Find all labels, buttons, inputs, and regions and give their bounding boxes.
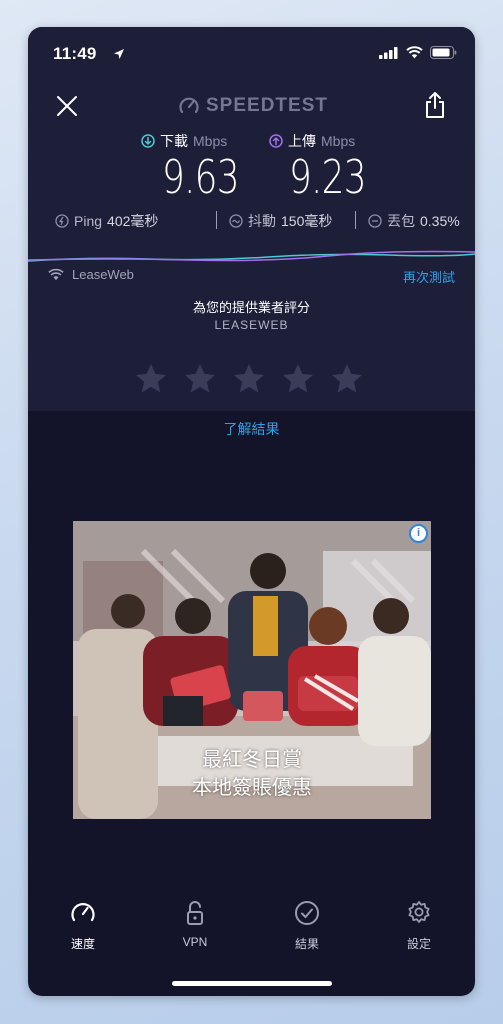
star-2-button[interactable] [182,361,218,397]
lock-icon [187,901,203,925]
ad-info-button[interactable]: i [409,524,428,543]
wifi-icon [48,268,64,281]
jitter-value: 150毫秒 [281,213,333,229]
download-label-text: 下載 [160,133,188,149]
download-label: 下載 Mbps [141,131,227,151]
star-1-button[interactable] [133,361,169,397]
status-bar: 11:49 [28,27,475,79]
packet-loss-icon [368,214,382,228]
ping-icon [55,214,69,228]
jitter-icon [229,214,243,228]
share-button[interactable] [423,91,447,119]
star-3-button[interactable] [231,361,267,397]
tab-speed[interactable]: 速度 [48,899,118,952]
ad-caption-line2: 本地簽賬優惠 [192,777,312,799]
tab-vpn[interactable]: VPN [160,899,230,949]
metric-labels: 下載 Mbps 上傳 Mbps [28,131,475,151]
star-5-button[interactable] [329,361,365,397]
speedtest-logo: SPEEDTEST [178,95,328,117]
upload-value: 9.23 [289,150,367,204]
stat-divider [216,211,217,229]
advertisement-banner[interactable]: i 最紅冬日賞 本地簽賬優惠 [73,521,431,819]
check-circle-icon [295,901,319,925]
upload-label: 上傳 Mbps [269,131,355,151]
brand-name: SPEEDTEST [206,95,328,116]
learn-results-link[interactable]: 了解結果 [28,419,475,439]
retest-button[interactable]: 再次測試 [403,267,455,286]
tab-speed-label: 速度 [70,937,95,951]
phone-screen: 11:49 SPEEDTEST 下載 Mbps 上傳 Mbps 9.63 9.2… [28,27,475,996]
stat-divider [355,211,356,229]
ping-value: 402毫秒 [107,213,159,229]
wifi-icon [406,46,423,59]
download-arrow-icon [141,134,155,148]
server-row: LeaseWeb 再次測試 [28,267,475,289]
rating-provider: LEASEWEB [214,318,289,332]
star-rating [133,361,365,397]
latency-stats: Ping 402毫秒 抖動 150毫秒 丟包 0.35% [55,211,475,231]
packet-loss-label: 丟包 [387,213,415,229]
tab-results[interactable]: 結果 [272,899,342,952]
rating-title: 為您的提供業者評分 [192,300,310,315]
tab-bar: 速度 VPN 結果 設定 [28,899,475,959]
results-panel: 11:49 SPEEDTEST 下載 Mbps 上傳 Mbps 9.63 9.2… [28,27,475,411]
status-icons [379,46,457,59]
tab-settings[interactable]: 設定 [384,899,454,952]
upload-unit: Mbps [321,133,356,149]
location-arrow-icon [114,49,124,59]
upload-label-text: 上傳 [288,133,316,149]
download-unit: Mbps [193,133,228,149]
download-value: 9.63 [162,150,240,204]
jitter-label: 抖動 [248,213,276,229]
speed-graph [28,250,475,262]
packet-loss-value: 0.35% [420,213,460,229]
cellular-signal-icon [379,46,398,59]
jitter-stat: 抖動 150毫秒 [229,211,332,231]
server-name: LeaseWeb [72,267,134,282]
speedometer-icon [71,903,95,922]
ping-stat: Ping 402毫秒 [55,211,158,231]
status-time: 11:49 [53,44,97,63]
close-button[interactable] [54,93,80,119]
home-indicator[interactable] [172,981,332,986]
app-header: SPEEDTEST [28,89,475,125]
tab-settings-label: 設定 [406,937,431,951]
packet-loss-stat: 丟包 0.35% [368,211,460,231]
gear-icon [408,901,430,923]
server-info: LeaseWeb [48,267,134,282]
ad-caption-line1: 最紅冬日賞 [202,749,302,771]
upload-arrow-icon [269,134,283,148]
star-4-button[interactable] [280,361,316,397]
battery-icon [430,46,457,59]
ping-label: Ping [74,213,103,229]
speedtest-gauge-icon [179,97,199,114]
tab-vpn-label: VPN [182,935,208,949]
tab-results-label: 結果 [294,937,319,951]
